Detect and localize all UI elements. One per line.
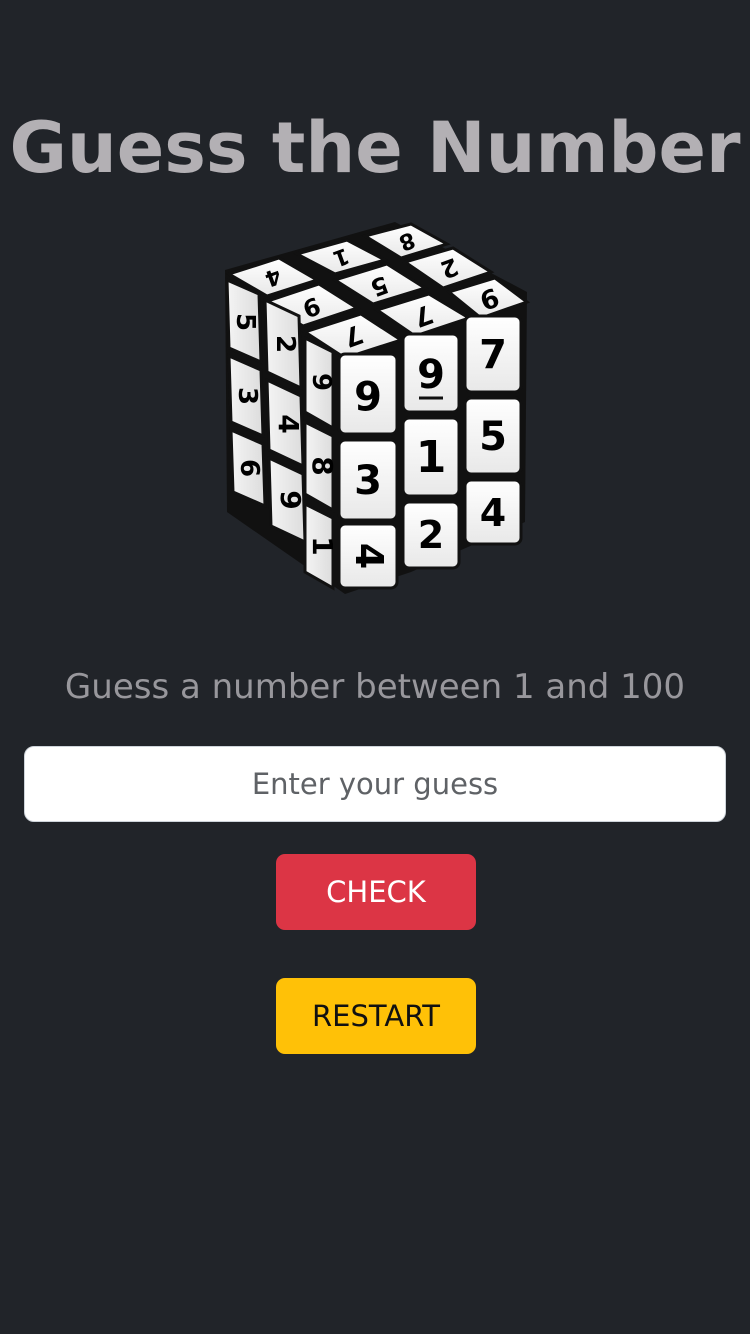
cube-front-digit: 5 (479, 414, 507, 460)
cube-left-digit: 1 (306, 536, 339, 555)
cube-front-digit: 6 (354, 371, 382, 417)
cube-left-digit: 9 (274, 490, 307, 509)
restart-button[interactable]: RESTART (276, 978, 476, 1054)
cube-left-digit: 5 (230, 313, 260, 331)
guess-input[interactable] (24, 746, 726, 822)
cube-front-face: 6 9 7 3 1 5 4 2 4 (337, 314, 523, 590)
instructions-text: Guess a number between 1 and 100 (64, 667, 686, 707)
sudoku-cube-image: 4 1 8 9 5 2 7 7 9 5 2 9 3 4 8 6 9 1 6 9 … (215, 222, 535, 594)
cube-left-digit: 9 (306, 373, 336, 391)
cube-front-digit: 4 (347, 543, 391, 569)
cube-left-digit: 8 (306, 456, 339, 475)
cube-front-digit: 4 (480, 491, 506, 535)
cube-front-digit: 3 (354, 458, 382, 504)
check-button[interactable]: CHECK (276, 854, 476, 930)
cube-front-digit: 7 (479, 332, 507, 378)
page-title: Guess the Number (9, 107, 741, 189)
cube-left-digit: 2 (270, 335, 300, 353)
cube-left-digit: 3 (232, 387, 262, 405)
cube-front-digit: 9 (417, 352, 445, 398)
cube-left-digit: 4 (272, 414, 305, 433)
cube-left-digit: 6 (234, 459, 264, 477)
cube-front-digit: 1 (416, 432, 447, 483)
cube-front-digit: 2 (418, 513, 444, 557)
